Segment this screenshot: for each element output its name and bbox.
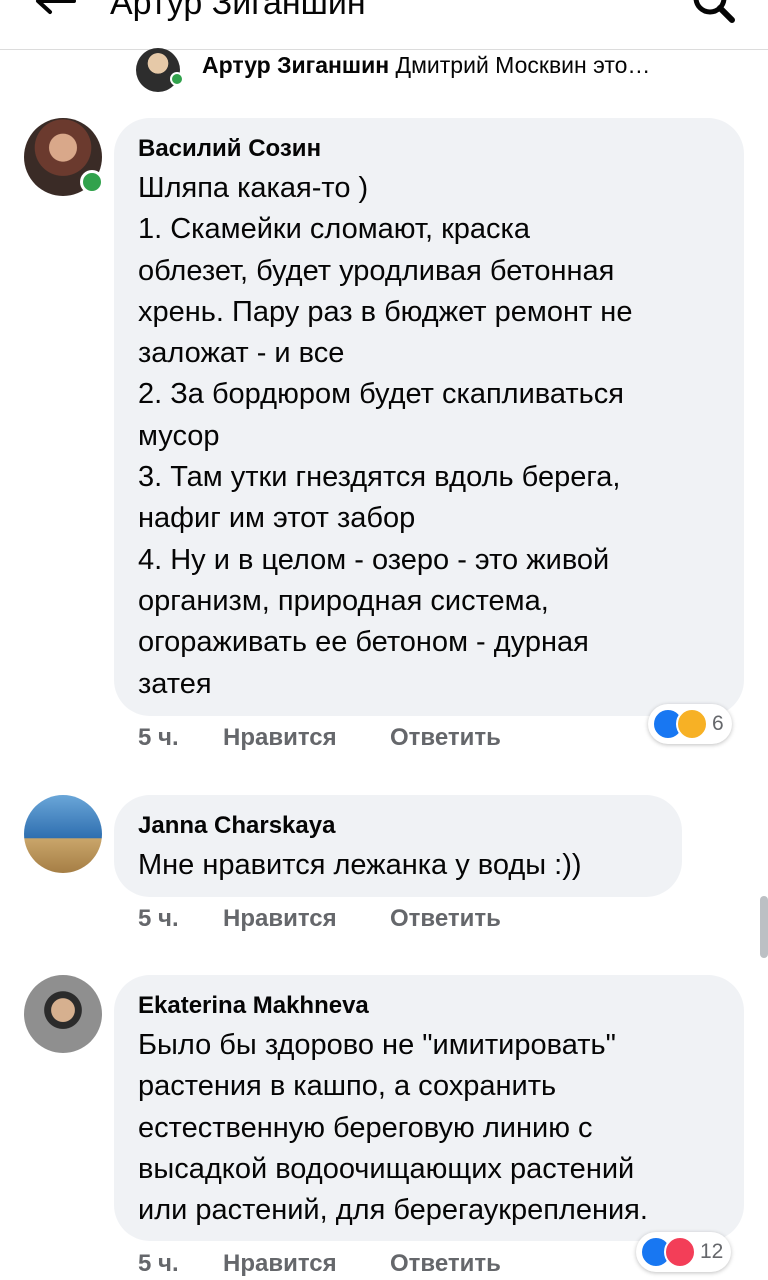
like-button[interactable]: Нравится	[223, 905, 337, 933]
page-title: Артур Зиганшин	[110, 0, 366, 22]
online-indicator	[170, 72, 184, 86]
reply-author: Артур Зиганшин	[202, 52, 390, 78]
comment-bubble[interactable]: Ekaterina Makhneva Было бы здорово не "и…	[114, 975, 744, 1241]
care-reaction-icon	[676, 708, 708, 740]
avatar[interactable]	[24, 795, 102, 873]
reply-snippet: Дмитрий Москвин это…	[395, 52, 651, 78]
scrollbar-thumb[interactable]	[760, 896, 768, 958]
reply-preview[interactable]: Артур Зиганшин Дмитрий Москвин это…	[136, 46, 746, 92]
comment-time: 5 ч.	[138, 905, 179, 932]
comment-text: Шляпа какая-то ) 1. Скамейки сломают, кр…	[138, 172, 633, 700]
arrow-left-icon[interactable]	[34, 0, 76, 16]
comment-author[interactable]: Janna Charskaya	[138, 812, 335, 840]
like-button[interactable]: Нравится	[223, 724, 337, 752]
comment-author[interactable]: Василий Созин	[138, 135, 321, 163]
like-button[interactable]: Нравится	[223, 1250, 337, 1278]
online-indicator	[80, 170, 104, 194]
reaction-summary[interactable]: 12	[636, 1232, 732, 1272]
reply-preview-text: Артур Зиганшин Дмитрий Москвин это…	[202, 52, 650, 79]
reply-button[interactable]: Ответить	[390, 905, 501, 933]
reply-button[interactable]: Ответить	[390, 724, 501, 752]
comment-text: Мне нравится лежанка у воды :))	[138, 849, 582, 881]
app-header: Артур Зиганшин	[0, 0, 768, 50]
reaction-count: 12	[700, 1240, 724, 1263]
avatar[interactable]	[24, 975, 102, 1053]
reply-button[interactable]: Ответить	[390, 1250, 501, 1278]
comment-author[interactable]: Ekaterina Makhneva	[138, 992, 369, 1020]
comment-bubble[interactable]: Janna Charskaya Мне нравится лежанка у в…	[114, 795, 682, 897]
reaction-count: 6	[712, 712, 724, 735]
search-icon[interactable]	[690, 0, 736, 24]
reaction-summary[interactable]: 6	[648, 704, 732, 744]
comment-time: 5 ч.	[138, 1250, 179, 1277]
comment-text: Было бы здорово не "имитировать" растени…	[138, 1029, 648, 1227]
love-reaction-icon	[664, 1236, 696, 1268]
comment-time: 5 ч.	[138, 724, 179, 751]
comment-bubble[interactable]: Василий Созин Шляпа какая-то ) 1. Скамей…	[114, 118, 744, 716]
